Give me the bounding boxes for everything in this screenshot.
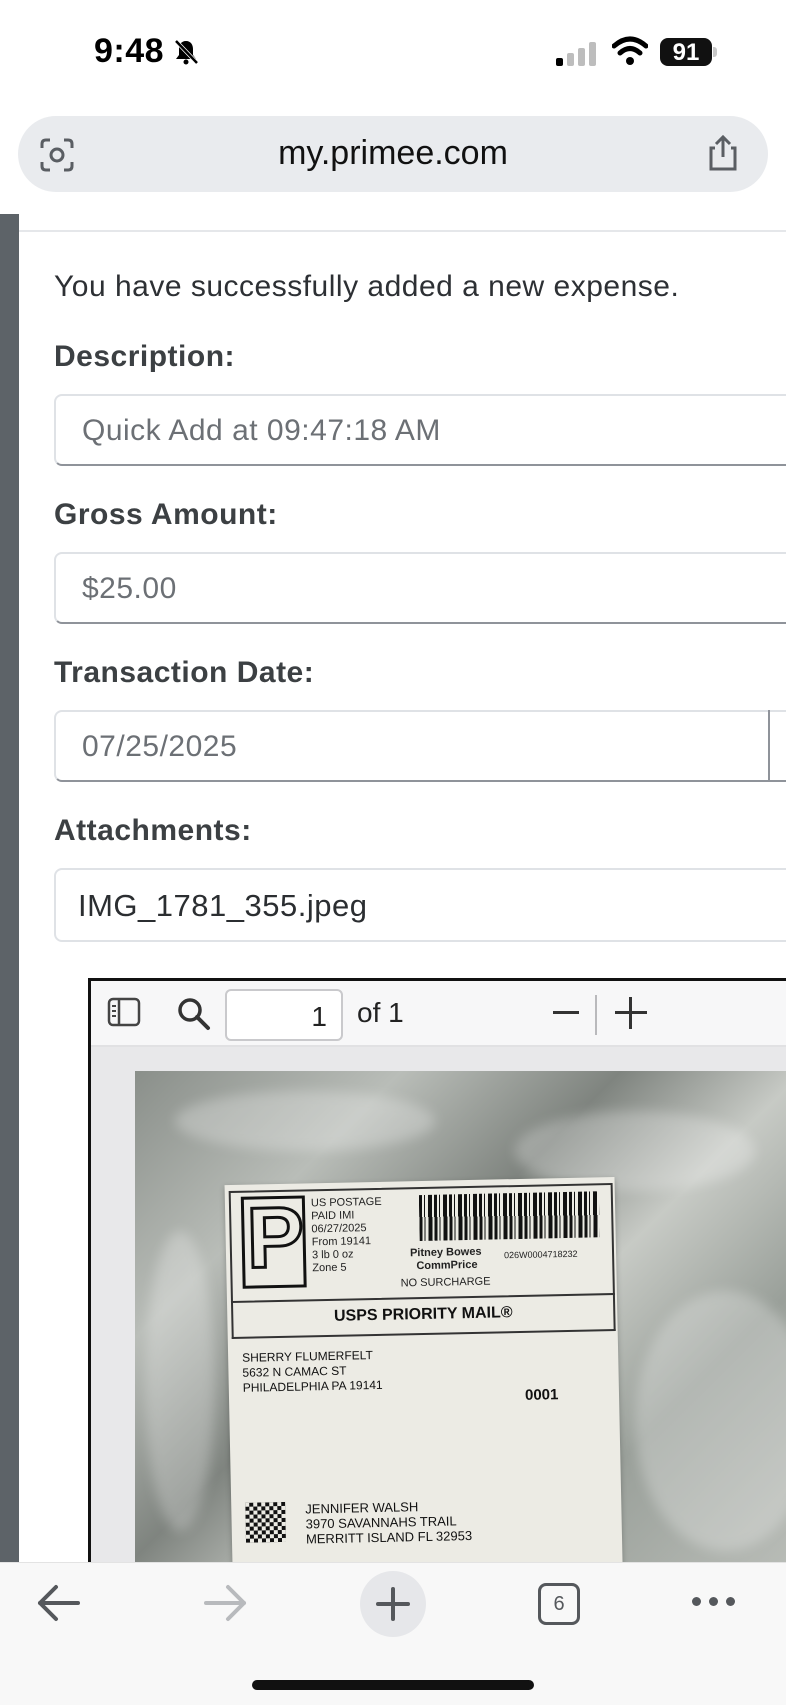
gross-amount-field[interactable]: $25.00 (54, 552, 786, 624)
battery-indicator: 91 (660, 38, 718, 68)
page-total: of 1 (357, 997, 404, 1028)
postage-info: US POSTAGE PAID IMI 06/27/2025 From 1914… (310, 1195, 382, 1275)
tabs-button[interactable]: 6 (538, 1583, 580, 1625)
label-header: P US POSTAGE PAID IMI 06/27/2025 From 19… (228, 1183, 615, 1304)
toolbar-separator (595, 995, 597, 1035)
battery-level: 91 (672, 39, 700, 66)
divider (19, 230, 786, 232)
date-picker-button[interactable] (768, 710, 770, 782)
more-options-icon[interactable] (692, 1597, 736, 1607)
description-field[interactable]: Quick Add at 09:47:18 AM (54, 394, 786, 466)
back-arrow-icon[interactable] (36, 1583, 82, 1623)
transaction-date-value: 07/25/2025 (82, 730, 238, 763)
tracking-code: 026W0004718232 (503, 1248, 578, 1261)
share-icon[interactable] (706, 134, 740, 172)
transaction-date-label: Transaction Date: (54, 656, 315, 689)
postage-barcode (418, 1191, 600, 1242)
description-label: Description: (54, 340, 236, 373)
viewer-toolbar: 1 of 1 (91, 981, 786, 1047)
surcharge-text: NO SURCHARGE (400, 1275, 491, 1290)
attachment-image: P US POSTAGE PAID IMI 06/27/2025 From 19… (135, 1071, 786, 1562)
attachment-file[interactable]: IMG_1781_355.jpeg (54, 868, 786, 942)
wifi-icon (612, 36, 648, 65)
page-content: You have successfully added a new expens… (0, 214, 786, 1562)
bell-muted-icon (174, 39, 199, 65)
zoom-in-icon[interactable] (615, 997, 647, 1029)
status-bar: 9:48 91 (0, 0, 786, 106)
cellular-signal-icon (556, 42, 596, 66)
page-number-input[interactable]: 1 (225, 989, 343, 1041)
sender-address: SHERRY FLUMERFELT 5632 N CAMAC ST PHILAD… (242, 1348, 383, 1395)
gross-amount-label: Gross Amount: (54, 498, 278, 531)
description-value: Quick Add at 09:47:18 AM (82, 414, 441, 447)
new-tab-button[interactable] (360, 1571, 426, 1637)
sidebar-edge (0, 214, 19, 1562)
page-number: 1 (311, 1001, 327, 1032)
address-bar[interactable]: my.primee.com (18, 116, 768, 192)
status-time: 9:48 (94, 32, 165, 70)
attachment-filename: IMG_1781_355.jpeg (78, 888, 368, 923)
attachment-viewer[interactable]: 1 of 1 P US POSTAGE PAID IMI 06/27/2025 … (88, 978, 786, 1562)
label-2d-barcode (245, 1501, 287, 1543)
attachments-label: Attachments: (54, 814, 252, 847)
transaction-date-field[interactable]: 07/25/2025 (54, 710, 786, 782)
sidebar-toggle-icon[interactable] (107, 997, 141, 1027)
url-text[interactable]: my.primee.com (18, 134, 768, 173)
zoom-out-icon[interactable] (553, 1011, 579, 1014)
gross-amount-value: $25.00 (82, 572, 177, 605)
recipient-address: JENNIFER WALSH 3970 SAVANNAHS TRAIL MERR… (305, 1499, 473, 1547)
mail-service: USPS PRIORITY MAIL® (230, 1292, 616, 1340)
success-message: You have successfully added a new expens… (54, 270, 680, 303)
home-indicator (252, 1680, 534, 1690)
label-code: 0001 (524, 1386, 559, 1404)
shipping-label: P US POSTAGE PAID IMI 06/27/2025 From 19… (224, 1176, 624, 1562)
search-icon[interactable] (175, 995, 211, 1031)
priority-p-logo: P (240, 1188, 307, 1289)
forward-arrow-icon[interactable] (202, 1583, 248, 1623)
carrier-name: Pitney Bowes CommPrice (409, 1245, 482, 1273)
